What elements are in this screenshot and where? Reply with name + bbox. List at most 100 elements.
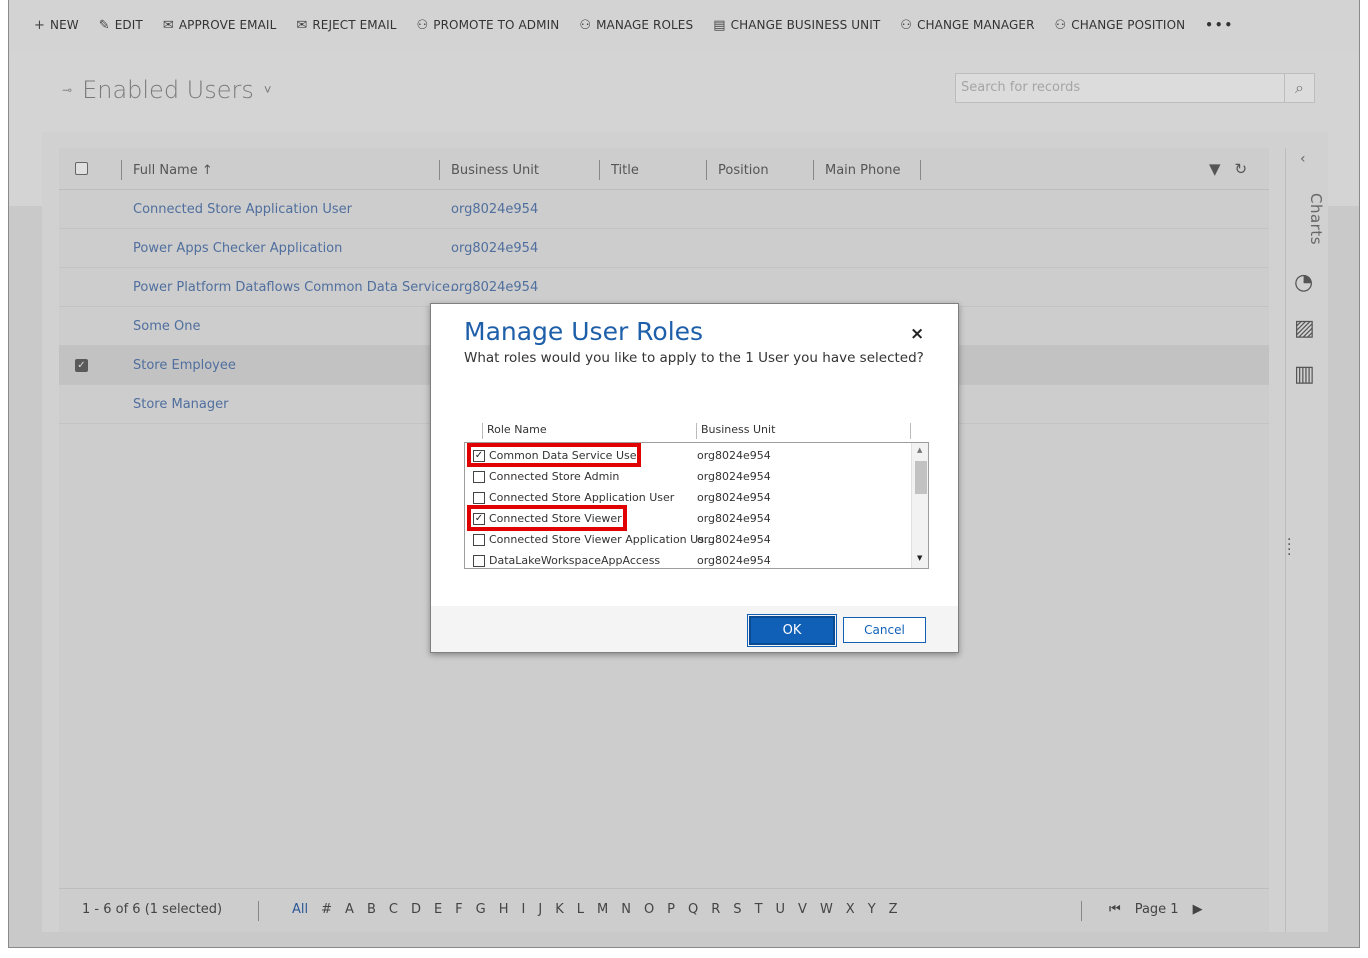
row-checkbox-checked[interactable]: ✓ <box>75 359 88 372</box>
refresh-icon[interactable]: ↻ <box>1235 160 1248 178</box>
bar-chart-icon[interactable]: ▥ <box>1294 362 1315 387</box>
area-chart-icon[interactable]: ▨ <box>1294 316 1315 341</box>
letter-filter[interactable]: V <box>798 902 807 917</box>
letter-filter[interactable]: U <box>776 902 786 917</box>
select-all-checkbox[interactable] <box>75 162 88 175</box>
list-item[interactable]: DataLakeWorkspaceAppAccess org8024e954 <box>465 550 911 568</box>
letter-filter[interactable]: A <box>345 902 354 917</box>
view-selector[interactable]: ⊸ Enabled Users ˅ <box>62 76 271 104</box>
table-row[interactable]: Power Apps Checker Application org8024e9… <box>59 229 1269 268</box>
letter-filter[interactable]: E <box>434 902 442 917</box>
letter-filter[interactable]: O <box>644 902 654 917</box>
letter-filter[interactable]: J <box>538 902 542 917</box>
row-full-name[interactable]: Power Apps Checker Application <box>133 241 342 256</box>
column-full-name[interactable]: Full Name ↑ <box>121 160 213 180</box>
role-checkbox[interactable] <box>473 492 485 504</box>
row-full-name[interactable]: Store Employee <box>133 358 236 373</box>
role-checkbox[interactable] <box>473 555 485 567</box>
first-page-icon[interactable]: ⏮ <box>1109 902 1121 917</box>
next-page-icon[interactable]: ▶ <box>1193 902 1203 917</box>
column-business-unit[interactable]: Business Unit <box>696 423 775 439</box>
record-count: 1 - 6 of 6 (1 selected) <box>82 902 223 917</box>
row-full-name[interactable]: Power Platform Dataflows Common Data Ser… <box>133 280 462 295</box>
new-button[interactable]: + NEW <box>34 18 79 33</box>
row-business-unit[interactable]: org8024e954 <box>451 280 538 295</box>
column-main-phone[interactable]: Main Phone <box>813 160 900 180</box>
approve-email-button[interactable]: ✉ APPROVE EMAIL <box>163 18 277 33</box>
letter-filter[interactable]: Y <box>868 902 876 917</box>
table-row[interactable]: Power Platform Dataflows Common Data Ser… <box>59 268 1269 307</box>
reject-email-button[interactable]: ✉ REJECT EMAIL <box>296 18 396 33</box>
cancel-button[interactable]: Cancel <box>843 617 926 643</box>
manage-roles-button[interactable]: ⚇ MANAGE ROLES <box>579 18 693 33</box>
role-business-unit: org8024e954 <box>697 554 771 567</box>
letter-filter[interactable]: B <box>367 902 376 917</box>
row-full-name[interactable]: Connected Store Application User <box>133 202 352 217</box>
reject-email-label: REJECT EMAIL <box>312 18 397 32</box>
view-title: Enabled Users <box>82 76 254 104</box>
role-checkbox[interactable] <box>473 534 485 546</box>
pin-icon[interactable]: ⊸ <box>62 83 72 97</box>
row-full-name[interactable]: Store Manager <box>133 397 228 412</box>
letter-filter[interactable]: T <box>755 902 763 917</box>
highlight-box <box>467 443 641 467</box>
list-item[interactable]: Connected Store Admin org8024e954 <box>465 466 911 487</box>
letter-filter[interactable]: # <box>321 902 332 917</box>
role-checkbox[interactable] <box>473 471 485 483</box>
list-item[interactable]: Connected Store Viewer Application Us...… <box>465 529 911 550</box>
edit-button[interactable]: ✎ EDIT <box>99 18 143 33</box>
manage-roles-icon: ⚇ <box>579 17 592 33</box>
letter-filter[interactable]: M <box>597 902 608 917</box>
roles-scrollbar[interactable]: ▲ ▼ <box>911 443 928 568</box>
row-business-unit[interactable]: org8024e954 <box>451 241 538 256</box>
letter-filter[interactable]: F <box>455 902 462 917</box>
letter-filter[interactable]: D <box>411 902 421 917</box>
chevron-down-icon[interactable]: ˅ <box>264 82 272 98</box>
chevron-left-icon[interactable]: ‹ <box>1300 151 1306 167</box>
charts-label[interactable]: Charts <box>1307 193 1325 245</box>
letter-filter[interactable]: Q <box>688 902 698 917</box>
ok-button[interactable]: OK <box>747 614 837 647</box>
change-position-button[interactable]: ⚇ CHANGE POSITION <box>1055 18 1186 33</box>
scroll-up-icon[interactable]: ▲ <box>917 446 922 454</box>
column-role-name[interactable]: Role Name <box>482 423 547 439</box>
scroll-down-icon[interactable]: ▼ <box>917 554 922 562</box>
table-row[interactable]: Connected Store Application User org8024… <box>59 190 1269 229</box>
search-input[interactable]: Search for records <box>955 73 1285 103</box>
close-icon[interactable]: × <box>910 324 924 344</box>
letter-filter[interactable]: K <box>555 902 564 917</box>
column-business-unit[interactable]: Business Unit <box>439 160 539 180</box>
letter-filter[interactable]: C <box>389 902 398 917</box>
letter-filter[interactable]: I <box>522 902 526 917</box>
grid-footer: 1 - 6 of 6 (1 selected) All # A B C D E … <box>59 888 1269 930</box>
filter-icon[interactable]: ▼ <box>1209 160 1221 178</box>
letter-filter[interactable]: L <box>577 902 584 917</box>
promote-to-admin-button[interactable]: ⚇ PROMOTE TO ADMIN <box>417 18 560 33</box>
letter-filter[interactable]: Z <box>889 902 898 917</box>
edit-label: EDIT <box>114 18 143 32</box>
letter-filter-all[interactable]: All <box>292 902 308 917</box>
more-commands-button[interactable]: ••• <box>1205 18 1234 32</box>
pencil-icon: ✎ <box>98 17 110 33</box>
column-label: Full Name ↑ <box>133 162 213 178</box>
change-business-unit-button[interactable]: ▤ CHANGE BUSINESS UNIT <box>713 18 880 33</box>
letter-filter[interactable]: P <box>667 902 675 917</box>
letter-filter[interactable]: G <box>476 902 486 917</box>
pie-chart-icon[interactable]: ◔ <box>1294 270 1313 295</box>
letter-filter[interactable]: S <box>733 902 741 917</box>
column-title[interactable]: Title <box>599 160 639 180</box>
letter-filter[interactable]: X <box>846 902 855 917</box>
letter-filter[interactable]: H <box>499 902 509 917</box>
search-icon[interactable]: ⌕ <box>1284 73 1315 103</box>
letter-filter[interactable]: W <box>820 902 833 917</box>
dialog-footer: OK Cancel <box>431 606 958 652</box>
row-full-name[interactable]: Some One <box>133 319 200 334</box>
row-business-unit[interactable]: org8024e954 <box>451 202 538 217</box>
column-position[interactable]: Position <box>706 160 769 180</box>
column-divider <box>910 423 911 439</box>
letter-filter[interactable]: N <box>621 902 631 917</box>
scroll-thumb[interactable] <box>915 461 927 494</box>
change-manager-button[interactable]: ⚇ CHANGE MANAGER <box>900 18 1034 33</box>
approve-email-label: APPROVE EMAIL <box>178 18 277 32</box>
letter-filter[interactable]: R <box>711 902 720 917</box>
